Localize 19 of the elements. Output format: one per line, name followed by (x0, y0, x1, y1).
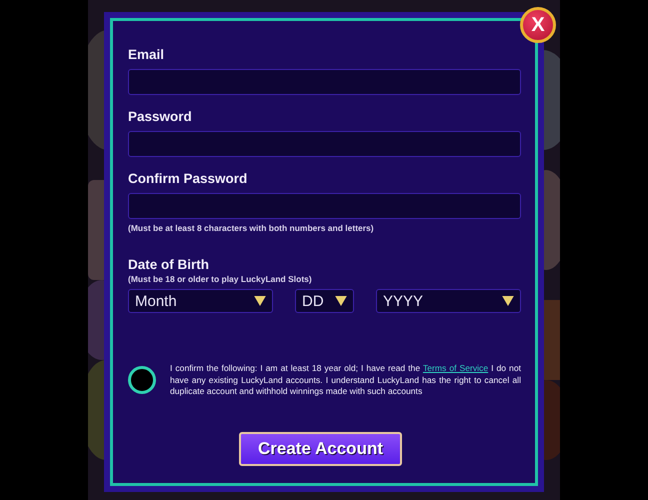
input-field[interactable] (128, 193, 521, 219)
field-label: Email (128, 47, 166, 63)
checkbox[interactable] (128, 366, 156, 394)
input-field[interactable] (128, 69, 521, 95)
dropdown[interactable]: DD (295, 289, 354, 313)
caret-icon (335, 296, 347, 306)
hint-text: (Must be 18 or older to play LuckyLand Slots) (128, 274, 313, 284)
input-field[interactable] (128, 131, 521, 157)
hint-text: (Must be at least 8 characters with both numbers and letters) (128, 223, 375, 233)
field-label: Date of Birth (128, 257, 210, 273)
caret-icon (502, 296, 514, 306)
caret-icon (254, 296, 266, 306)
terms-paragraph: I confirm the following: I am at least 18 year old; I have read the Terms of Service I do not have any existing LuckyLand accounts. I understand LuckyLand has the right to cancel all duplicate account and withhold winnings made with such accounts (170, 363, 521, 398)
terms-link[interactable]: Terms of Service (422, 363, 488, 373)
create-account-button[interactable]: Create Account (239, 432, 402, 466)
dropdown[interactable]: Month (128, 289, 273, 313)
field-label: Confirm Password (128, 171, 248, 187)
field-label: Password (128, 109, 193, 125)
dropdown[interactable]: YYYY (376, 289, 521, 313)
